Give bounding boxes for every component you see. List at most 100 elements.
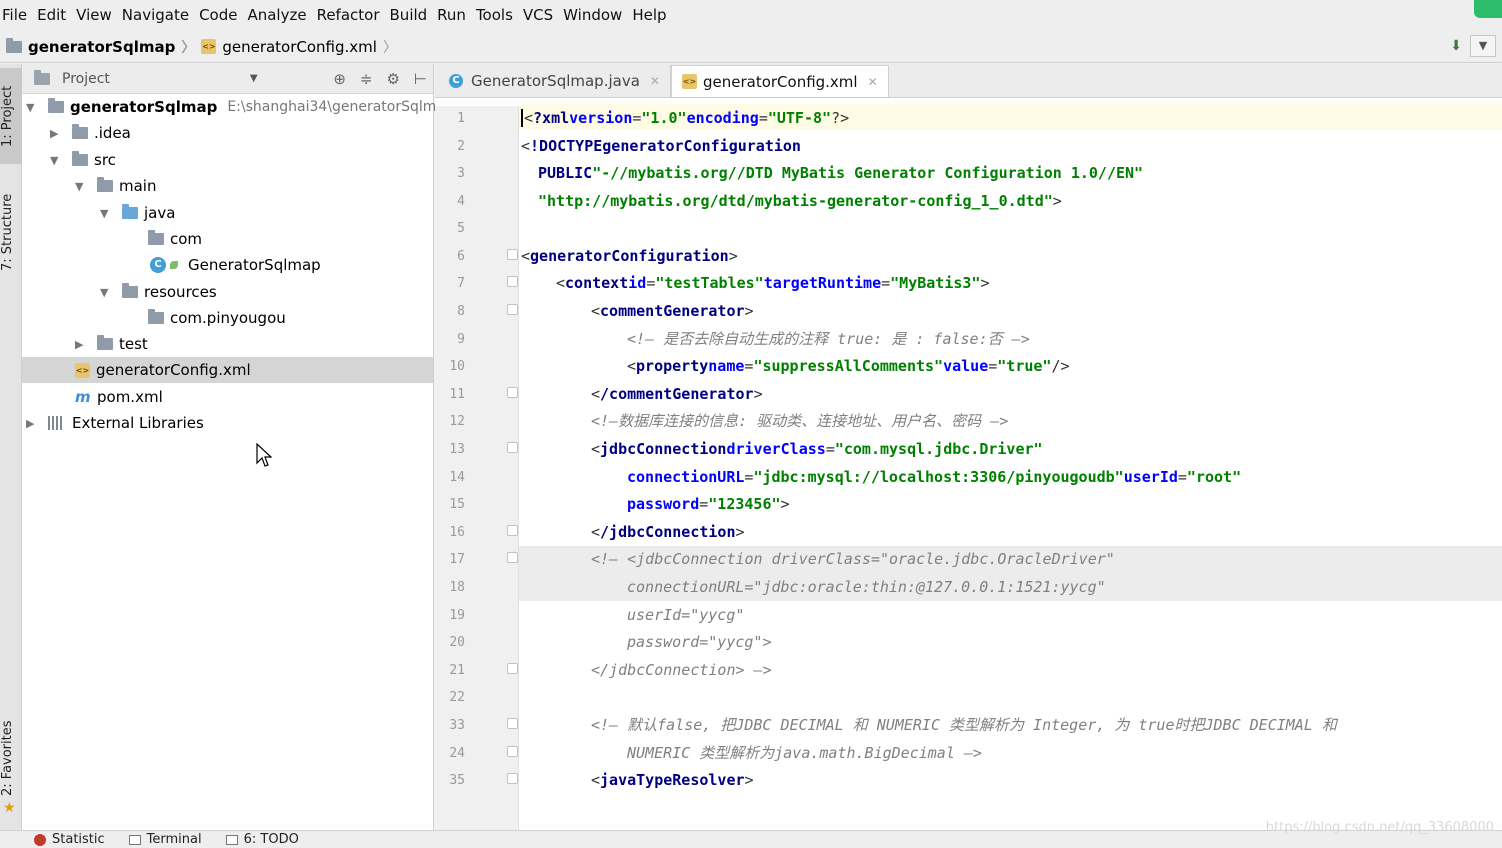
chevron-right-icon[interactable]: ▶ bbox=[50, 127, 64, 140]
chevron-right-icon: 〉 bbox=[382, 39, 397, 56]
breadcrumb-project[interactable]: generatorSqlmap 〉 bbox=[6, 37, 195, 57]
line-number: 8 bbox=[457, 304, 465, 319]
tab-generatorconfig-xml[interactable]: <> generatorConfig.xml ✕ bbox=[670, 65, 889, 97]
xml-file-icon: <> bbox=[75, 362, 90, 378]
library-icon bbox=[48, 416, 64, 430]
resources-folder-icon bbox=[122, 283, 138, 298]
tool-window-strip: 1: Project 7: Structure 2: Favorites ★ bbox=[0, 64, 22, 830]
fold-marker[interactable] bbox=[507, 442, 518, 453]
watermark: https://blog.csdn.net/qq_33608000 bbox=[1265, 820, 1494, 835]
project-panel-title[interactable]: Project bbox=[62, 71, 110, 87]
code-line-1: < ?xml version = "1.0" encoding = "UTF-8" ?> bbox=[521, 104, 849, 131]
breadcrumb-file[interactable]: <> generatorConfig.xml 〉 bbox=[201, 37, 397, 57]
terminal-icon bbox=[128, 834, 141, 845]
code-line-13: < jdbcConnection driverClass = "com.mysql.j… bbox=[591, 439, 1043, 458]
tree-item-project-root[interactable]: ▼ generatorSqlmap E:\shanghai34\generato… bbox=[26, 94, 436, 120]
hide-panel-icon[interactable]: ⊢ bbox=[414, 70, 427, 88]
line-number: 4 bbox=[457, 194, 465, 209]
tree-item-com-pinyougou[interactable]: com.pinyougou bbox=[148, 305, 286, 331]
folder-icon bbox=[72, 151, 88, 166]
tree-item-com[interactable]: com bbox=[148, 226, 202, 252]
code-line-7: < context id = "testTables" targetRuntime = "… bbox=[556, 273, 990, 292]
line-number: 22 bbox=[449, 690, 465, 705]
gear-icon[interactable]: ⚙ bbox=[386, 70, 399, 88]
menu-code[interactable]: Code bbox=[199, 6, 245, 24]
line-number: 17 bbox=[449, 552, 465, 567]
chevron-down-icon[interactable]: ▼ bbox=[75, 180, 89, 193]
line-number: 14 bbox=[449, 470, 465, 485]
tree-item-test[interactable]: ▶ test bbox=[75, 331, 148, 357]
menu-tools[interactable]: Tools bbox=[476, 6, 521, 24]
dropdown-button[interactable]: ▼ bbox=[1470, 35, 1496, 57]
star-icon: ★ bbox=[3, 800, 16, 816]
tree-item-main[interactable]: ▼ main bbox=[75, 173, 156, 199]
breadcrumb: generatorSqlmap 〉 <> generatorConfig.xml… bbox=[0, 31, 1502, 63]
nav-toolbar: ⬇ ▼ bbox=[1450, 35, 1496, 57]
chevron-down-icon[interactable]: ▼ bbox=[250, 73, 258, 84]
project-view-icon bbox=[34, 69, 50, 85]
fold-marker[interactable] bbox=[507, 663, 518, 674]
tree-item-pom-xml[interactable]: m pom.xml bbox=[75, 384, 163, 410]
collapse-all-icon[interactable]: ≑ bbox=[360, 70, 373, 88]
tree-item-resources[interactable]: ▼ resources bbox=[100, 279, 217, 305]
menu-view[interactable]: View bbox=[76, 6, 120, 24]
chevron-right-icon[interactable]: ▶ bbox=[75, 338, 89, 351]
menu-refactor[interactable]: Refactor bbox=[317, 6, 388, 24]
tree-item-generatorconfig-xml[interactable]: <> generatorConfig.xml bbox=[22, 357, 433, 383]
sort-icon[interactable]: ⬇ bbox=[1450, 38, 1462, 54]
tree-item-generatorsqlmap-class[interactable]: C GeneratorSqlmap bbox=[150, 252, 321, 278]
menu-analyze[interactable]: Analyze bbox=[247, 6, 314, 24]
fold-marker[interactable] bbox=[507, 718, 518, 729]
terminal-tool-button[interactable]: Terminal bbox=[128, 832, 202, 847]
menu-vcs[interactable]: VCS bbox=[523, 6, 561, 24]
chevron-down-icon[interactable]: ▼ bbox=[26, 101, 40, 114]
text-caret bbox=[521, 108, 523, 127]
menu-run[interactable]: Run bbox=[437, 6, 474, 24]
package-icon bbox=[148, 309, 164, 324]
line-number: 11 bbox=[449, 387, 465, 402]
code-editor[interactable]: 1 2 3 4 5 6 7 8 9 10 11 12 13 14 15 16 1… bbox=[435, 104, 1502, 830]
menu-edit[interactable]: Edit bbox=[37, 6, 74, 24]
menu-help[interactable]: Help bbox=[632, 6, 674, 24]
chevron-right-icon[interactable]: ▶ bbox=[26, 417, 40, 430]
tree-item-src[interactable]: ▼ src bbox=[50, 147, 116, 173]
statistic-tool-button[interactable]: Statistic bbox=[34, 832, 105, 847]
todo-tool-button[interactable]: 6: TODO bbox=[225, 832, 299, 847]
chevron-down-icon[interactable]: ▼ bbox=[100, 207, 114, 220]
runnable-leaf-icon bbox=[170, 261, 178, 269]
fold-marker[interactable] bbox=[507, 304, 518, 315]
fold-marker[interactable] bbox=[507, 746, 518, 757]
xml-file-icon: <> bbox=[681, 74, 697, 89]
folder-icon bbox=[97, 335, 113, 350]
line-number: 10 bbox=[449, 359, 465, 374]
close-icon[interactable]: ✕ bbox=[868, 75, 878, 89]
fold-marker[interactable] bbox=[507, 773, 518, 784]
fold-marker[interactable] bbox=[507, 552, 518, 563]
notification-icon[interactable] bbox=[1474, 0, 1502, 18]
tab-generatorsqlmap-java[interactable]: C GeneratorSqlmap.java ✕ bbox=[439, 65, 671, 97]
statistic-icon bbox=[34, 833, 46, 846]
tree-item-external-libraries[interactable]: ▶ External Libraries bbox=[26, 410, 204, 436]
menu-window[interactable]: Window bbox=[563, 6, 630, 24]
fold-marker[interactable] bbox=[507, 276, 518, 287]
tab-favorites-tool[interactable]: 2: Favorites bbox=[0, 714, 22, 802]
fold-marker[interactable] bbox=[507, 249, 518, 260]
locate-icon[interactable]: ⊕ bbox=[333, 70, 346, 88]
line-number: 15 bbox=[449, 497, 465, 512]
tree-item-idea[interactable]: ▶ .idea bbox=[50, 120, 131, 146]
tree-item-java[interactable]: ▼ java bbox=[100, 200, 175, 226]
menu-file[interactable]: File bbox=[2, 6, 35, 24]
line-number: 33 bbox=[449, 718, 465, 733]
menu-bar: File Edit View Navigate Code Analyze Ref… bbox=[0, 0, 1502, 30]
menu-navigate[interactable]: Navigate bbox=[122, 6, 197, 24]
menu-build[interactable]: Build bbox=[390, 6, 436, 24]
source-folder-icon bbox=[122, 204, 138, 219]
tab-project-tool[interactable]: 1: Project bbox=[0, 68, 22, 164]
fold-marker[interactable] bbox=[507, 387, 518, 398]
tab-structure-tool[interactable]: 7: Structure bbox=[0, 180, 22, 284]
chevron-down-icon[interactable]: ▼ bbox=[50, 154, 64, 167]
fold-marker[interactable] bbox=[507, 525, 518, 536]
chevron-down-icon[interactable]: ▼ bbox=[100, 286, 114, 299]
close-icon[interactable]: ✕ bbox=[650, 74, 660, 88]
code-line-10: < property name = "suppressAllComments" val… bbox=[627, 356, 1070, 375]
